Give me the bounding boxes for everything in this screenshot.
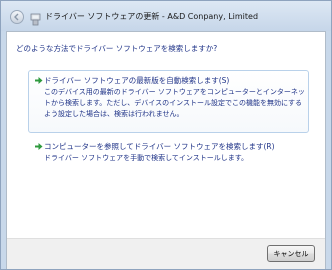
option-auto-search-title: ドライバー ソフトウェアの最新版を自動検索します(S): [44, 76, 230, 85]
driver-update-window: ドライバー ソフトウェアの更新 - A&D Conpany, Limited ど…: [0, 0, 332, 270]
option-browse-computer-description: ドライバー ソフトウェアを手動で検索してインストールします。: [44, 154, 249, 162]
back-arrow-icon: [14, 13, 19, 21]
cancel-button[interactable]: キャンセル: [267, 245, 315, 262]
right-frame: [326, 31, 331, 269]
back-button[interactable]: [10, 10, 24, 24]
page-question: どのような方法でドライバー ソフトウェアを検索しますか?: [16, 44, 218, 53]
wizard-content: どのような方法でドライバー ソフトウェアを検索しますか? ドライバー ソフトウェ…: [6, 31, 326, 269]
option-auto-search-description: このデバイス用の最新のドライバー ソフトウェアをコンピューターとインターネットか…: [44, 88, 305, 118]
green-arrow-icon: [35, 77, 43, 84]
option-browse-computer-title: コンピューターを参照してドライバー ソフトウェアを検索します(R): [44, 142, 275, 151]
wizard-footer: キャンセル: [7, 238, 325, 269]
device-driver-icon: [30, 11, 41, 26]
option-auto-search[interactable]: ドライバー ソフトウェアの最新版を自動検索します(S) このデバイス用の最新のド…: [28, 70, 309, 133]
option-browse-computer[interactable]: コンピューターを参照してドライバー ソフトウェアを検索します(R) ドライバー …: [28, 136, 309, 166]
green-arrow-icon: [35, 143, 43, 150]
title-bar: ドライバー ソフトウェアの更新 - A&D Conpany, Limited: [1, 1, 331, 31]
window-title: ドライバー ソフトウェアの更新 - A&D Conpany, Limited: [45, 12, 259, 21]
